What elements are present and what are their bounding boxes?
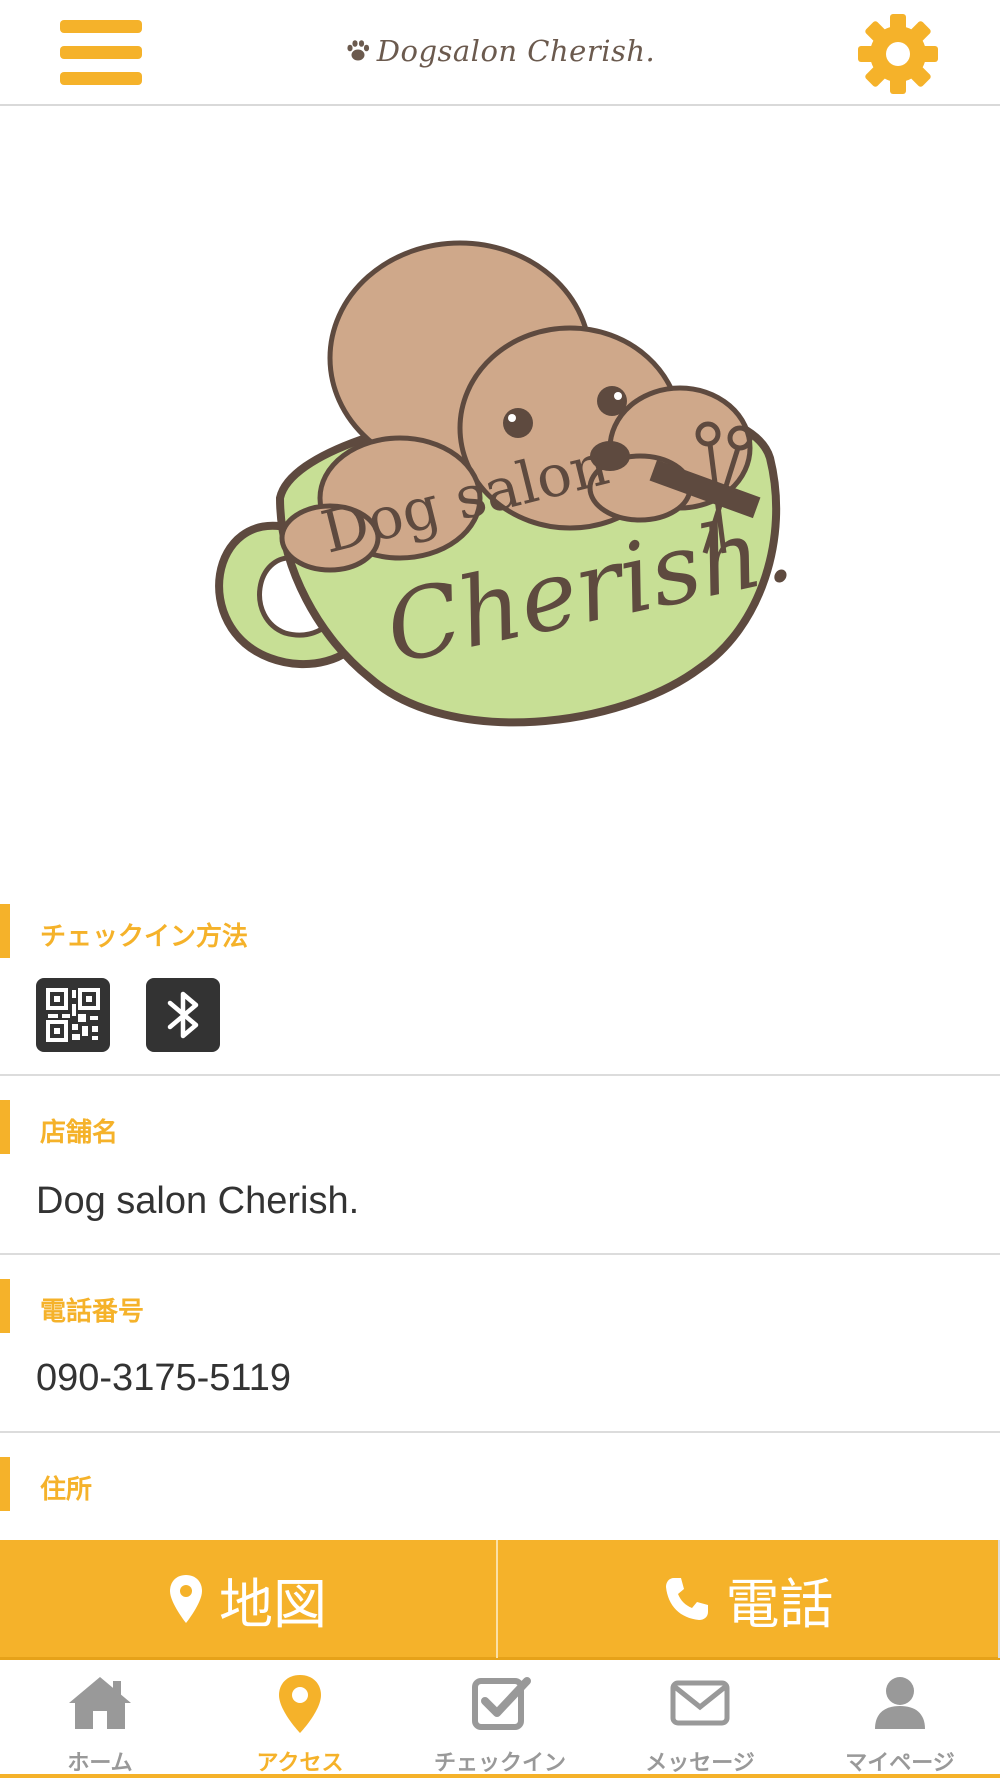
dog-in-cup-logo: Dog salon Cherish. (215, 240, 800, 727)
tab-label: マイページ (845, 1751, 955, 1776)
map-button-label: 地図 (219, 1572, 327, 1636)
bottom-tab-bar: ホーム アクセス チェックイン メッセージ マイページ (0, 1663, 1000, 1778)
app-title: Dogsalon Cherish. (376, 34, 656, 68)
app-header: Dogsalon Cherish. (0, 0, 1000, 106)
section-accent-bar (0, 904, 10, 958)
checkin-section: チェックイン方法 (0, 900, 1000, 1075)
tab-label: ホーム (67, 1751, 133, 1776)
action-bar: 地図 電話 (0, 1540, 1000, 1660)
envelope-icon (670, 1680, 730, 1726)
phone-section: 電話番号 090-3175-5119 (0, 1255, 1000, 1433)
gear-icon[interactable] (856, 12, 940, 96)
paw-icon (347, 40, 369, 61)
checkbox-icon (472, 1677, 531, 1730)
address-section: 住所 (0, 1433, 1000, 1540)
map-pin-icon (170, 1575, 202, 1623)
address-label: 住所 (40, 1475, 93, 1505)
shop-name-section: 店舗名 Dog salon Cherish. (0, 1076, 1000, 1254)
tab-messages[interactable]: メッセージ (600, 1663, 800, 1778)
phone-label: 電話番号 (40, 1297, 145, 1327)
phone-value[interactable]: 090-3175-5119 (36, 1357, 291, 1400)
tab-label: アクセス (256, 1751, 344, 1776)
section-accent-bar (0, 1100, 10, 1154)
shop-logo: Dog salon Cherish. (0, 108, 1000, 888)
tab-home[interactable]: ホーム (0, 1663, 200, 1778)
shop-name-label: 店舗名 (40, 1118, 119, 1148)
shop-name-value: Dog salon Cherish. (36, 1180, 360, 1222)
qr-code-icon[interactable] (36, 978, 110, 1052)
phone-icon (665, 1578, 708, 1620)
checkin-label: チェックイン方法 (40, 922, 249, 952)
map-pin-icon (279, 1675, 321, 1733)
action-separator (496, 1540, 498, 1658)
section-accent-bar (0, 1279, 10, 1333)
map-button[interactable]: 地図 (0, 1540, 496, 1658)
tab-mypage[interactable]: マイページ (800, 1663, 1000, 1778)
tab-checkin[interactable]: チェックイン (400, 1663, 600, 1778)
bluetooth-icon[interactable] (146, 978, 220, 1052)
phone-button[interactable]: 電話 (499, 1540, 998, 1658)
section-accent-bar (0, 1457, 10, 1511)
phone-button-label: 電話 (725, 1572, 834, 1636)
tab-access[interactable]: アクセス (200, 1663, 400, 1778)
tab-label: チェックイン (433, 1751, 566, 1776)
header-title: Dogsalon Cherish. (0, 34, 1000, 68)
tab-bar-accent-line (0, 1774, 1000, 1778)
user-icon (875, 1677, 925, 1729)
tab-label: メッセージ (645, 1751, 755, 1776)
home-icon (69, 1677, 131, 1729)
